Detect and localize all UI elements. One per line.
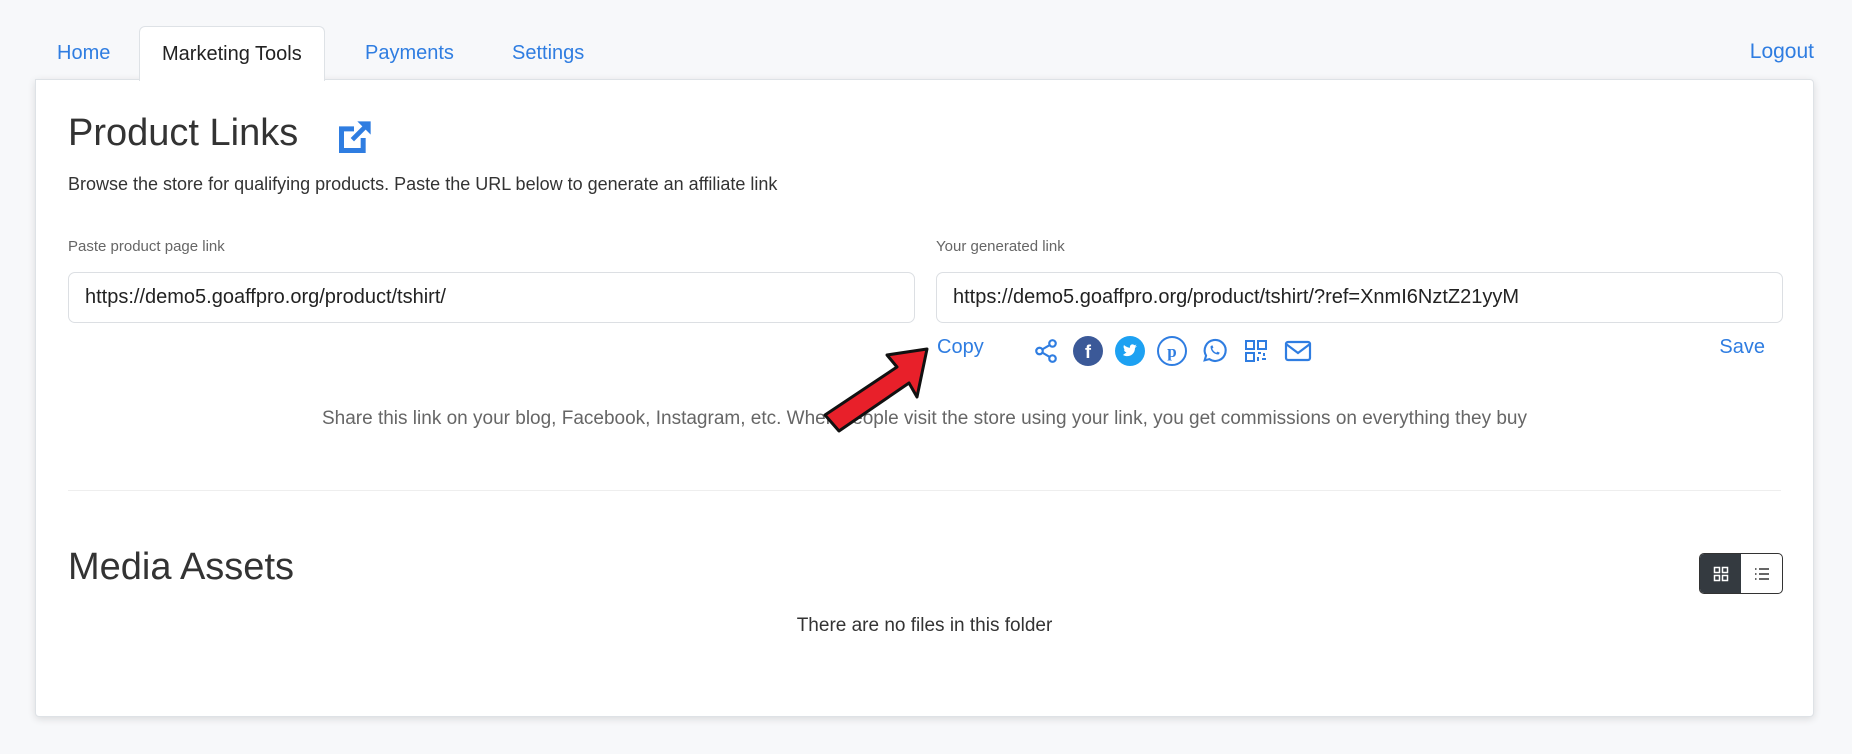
paste-link-label: Paste product page link [68, 238, 225, 255]
generated-link-input[interactable] [936, 272, 1783, 323]
copy-button[interactable]: Copy [937, 336, 984, 359]
logout-link[interactable]: Logout [1750, 26, 1814, 78]
page-subtitle: Browse the store for qualifying products… [68, 174, 778, 194]
tab-settings[interactable]: Settings [490, 26, 606, 80]
empty-folder-message: There are no files in this folder [796, 615, 1053, 636]
tab-marketing-tools[interactable]: Marketing Tools [139, 26, 325, 81]
media-assets-title: Media Assets [68, 546, 294, 588]
red-arrow-annotation [823, 347, 929, 433]
product-link-input[interactable] [68, 272, 915, 323]
divider [68, 490, 1781, 491]
svg-text:p: p [1167, 342, 1176, 361]
email-icon[interactable] [1283, 336, 1313, 366]
whatsapp-icon[interactable] [1199, 336, 1229, 366]
share-icon[interactable] [1031, 336, 1061, 366]
view-toggle [1699, 553, 1783, 594]
tab-payments[interactable]: Payments [343, 26, 476, 80]
nav-tabs: Home Marketing Tools Payments Settings L… [35, 26, 1814, 81]
page-title: Product Links [68, 112, 299, 154]
qr-code-icon[interactable] [1241, 336, 1271, 366]
tab-home[interactable]: Home [35, 26, 132, 80]
twitter-icon[interactable] [1115, 336, 1145, 366]
generated-link-label: Your generated link [936, 238, 1065, 255]
save-button[interactable]: Save [1719, 336, 1765, 359]
svg-text:f: f [1085, 342, 1092, 362]
pinterest-icon[interactable]: p [1157, 336, 1187, 366]
share-icons: f p [1031, 336, 1313, 366]
facebook-icon[interactable]: f [1073, 336, 1103, 366]
external-link-icon[interactable] [334, 118, 374, 158]
grid-view-button[interactable] [1700, 554, 1741, 593]
list-view-button[interactable] [1741, 554, 1782, 593]
